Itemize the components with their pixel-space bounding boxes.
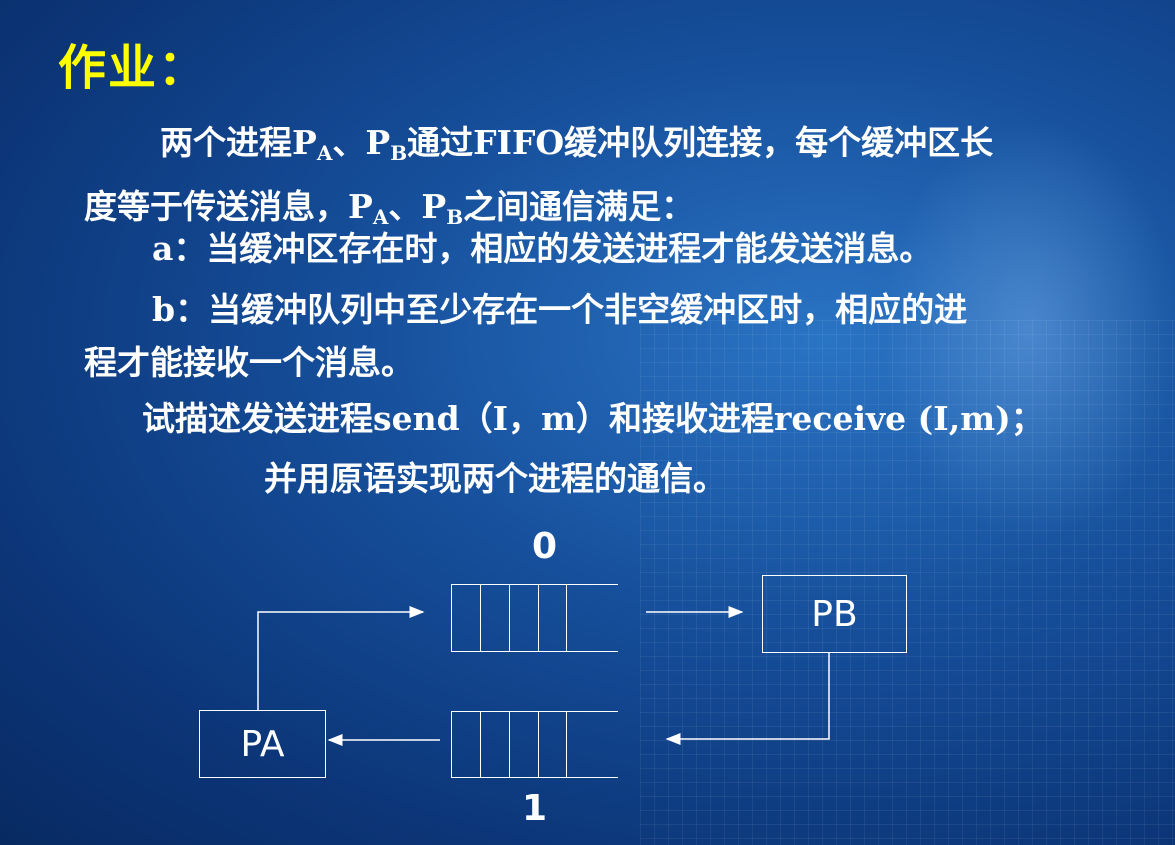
queue-0-label: 0: [532, 526, 558, 567]
pa-to-queue0-arrow: [257, 606, 425, 710]
buffer-slot: [538, 712, 567, 777]
buffer-slot: [480, 585, 509, 651]
pb-to-queue1-arrow: [665, 652, 830, 745]
process-pa-box: PA: [199, 710, 326, 778]
buffer-slot: [538, 585, 567, 651]
buffer-slot: [480, 712, 509, 777]
buffer-queue-0: [451, 584, 618, 652]
ipc-diagram: 0 1 PB PA: [0, 0, 1175, 845]
buffer-slot: [451, 712, 480, 777]
buffer-slot: [509, 585, 538, 651]
process-pb-box: PB: [762, 575, 907, 653]
buffer-slot: [451, 585, 480, 651]
buffer-slot: [509, 712, 538, 777]
queue-1-label: 1: [522, 788, 548, 829]
buffer-queue-1: [451, 711, 618, 778]
